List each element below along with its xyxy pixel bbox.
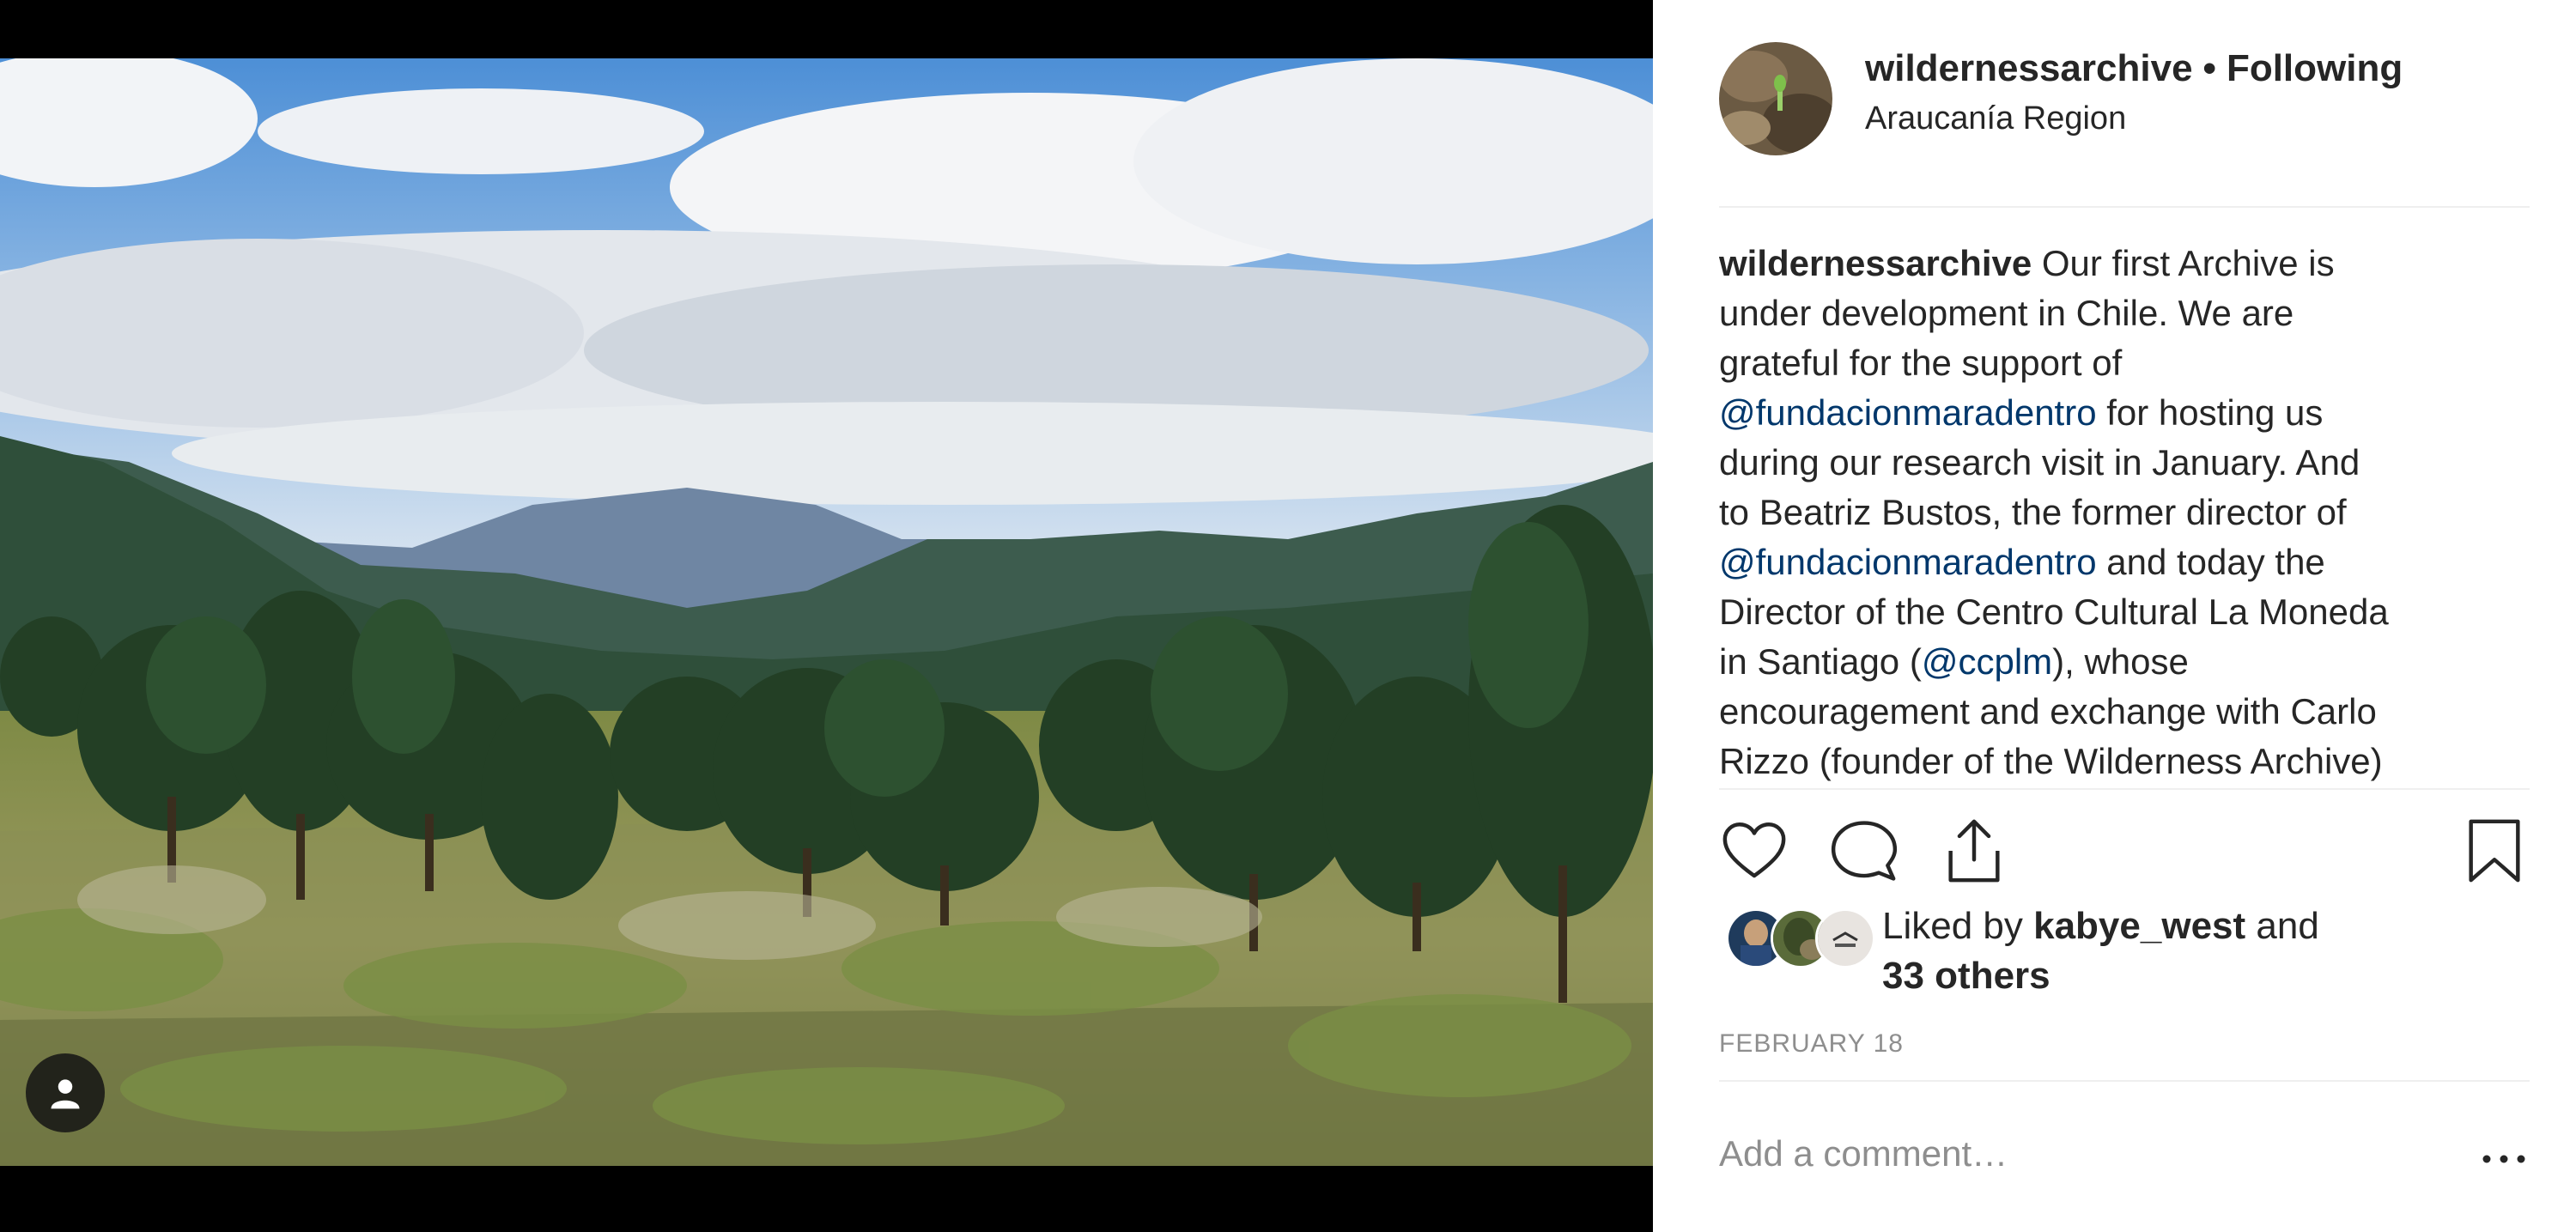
caption-username[interactable]: wildernessarchive <box>1719 243 2032 283</box>
header-divider <box>1719 206 2530 208</box>
comment-divider <box>1719 1080 2530 1082</box>
more-options-button[interactable] <box>2478 1142 2530 1176</box>
like-button[interactable] <box>1719 816 1789 886</box>
mention-link[interactable]: @ccplm <box>1922 641 2052 682</box>
comment-input[interactable]: Add a comment… <box>1719 1133 2008 1174</box>
caption-line: encouragement and exchange with Carlo <box>1719 691 2377 731</box>
caption-line: under development in Chile. We are <box>1719 293 2294 333</box>
mention-link[interactable]: @fundacionmaradentro <box>1719 542 2097 582</box>
comment-icon <box>1831 821 1898 881</box>
header-username-row: wildernessarchive • Following <box>1865 47 2403 90</box>
likes-text: Liked by kabye_west and 33 others <box>1882 901 2319 1001</box>
avatar-image <box>1719 42 1832 155</box>
caption-line: @fundacionmaradentro for hosting us <box>1719 388 2526 438</box>
caption-text: ), whose <box>2052 641 2189 682</box>
post-caption: wildernessarchive Our first Archive is u… <box>1719 239 2526 790</box>
bookmark-icon <box>2469 819 2520 883</box>
post-username[interactable]: wildernessarchive <box>1865 47 2193 89</box>
post-details-panel: wildernessarchive • Following Araucanía Re… <box>1653 0 2576 1232</box>
comment-button[interactable] <box>1829 816 1899 886</box>
save-button[interactable] <box>2459 816 2530 886</box>
caption-text: and today the <box>2096 542 2325 582</box>
likes-section[interactable]: Liked by kabye_west and 33 others <box>1726 901 2413 1004</box>
post-header: wildernessarchive • Following Araucanía Re… <box>1719 39 2510 163</box>
separator-dot: • <box>2202 47 2216 89</box>
caption-divider <box>1719 788 2530 790</box>
caption-text: for hosting us <box>2096 392 2324 433</box>
liker-avatar <box>1815 908 1875 968</box>
tagged-users-button[interactable] <box>26 1053 105 1132</box>
follow-status-button[interactable]: Following <box>2227 47 2403 89</box>
mention-link[interactable]: @fundacionmaradentro <box>1719 392 2097 433</box>
post-view: wildernessarchive • Following Araucanía Re… <box>0 0 2576 1232</box>
post-date[interactable]: FEBRUARY 18 <box>1719 1029 1904 1059</box>
likes-others-link[interactable]: 33 others <box>1882 955 2050 997</box>
caption-text: Our first Archive is <box>2032 243 2335 283</box>
action-bar <box>1719 816 2530 884</box>
avatar[interactable] <box>1719 42 1832 155</box>
likes-and: and <box>2245 905 2319 947</box>
caption-line: Director of the Centro Cultural La Moned… <box>1719 592 2389 632</box>
caption-line: to Beatriz Bustos, the former director o… <box>1719 492 2347 532</box>
media-area <box>0 0 1653 1232</box>
caption-line: grateful for the support of <box>1719 343 2123 383</box>
caption-line: wildernessarchive Our first Archive is <box>1719 239 2526 288</box>
caption-line: Rizzo (founder of the Wilderness Archive… <box>1719 741 2383 781</box>
share-button[interactable] <box>1939 816 2009 886</box>
caption-text: in Santiago ( <box>1719 641 1922 682</box>
heart-icon <box>1722 822 1786 878</box>
more-options-icon <box>2482 1155 2525 1163</box>
likes-prefix: Liked by <box>1882 905 2034 947</box>
user-tag-icon <box>51 1079 80 1109</box>
caption-line: in Santiago (@ccplm), whose <box>1719 637 2526 687</box>
share-icon <box>1948 819 2000 883</box>
post-location[interactable]: Araucanía Region <box>1865 100 2126 137</box>
caption-line: during our research visit in January. An… <box>1719 442 2360 482</box>
liker-username[interactable]: kabye_west <box>2033 905 2245 947</box>
landscape-image <box>0 58 1653 1166</box>
caption-line: @fundacionmaradentro and today the <box>1719 537 2526 587</box>
post-photo[interactable] <box>0 58 1653 1166</box>
